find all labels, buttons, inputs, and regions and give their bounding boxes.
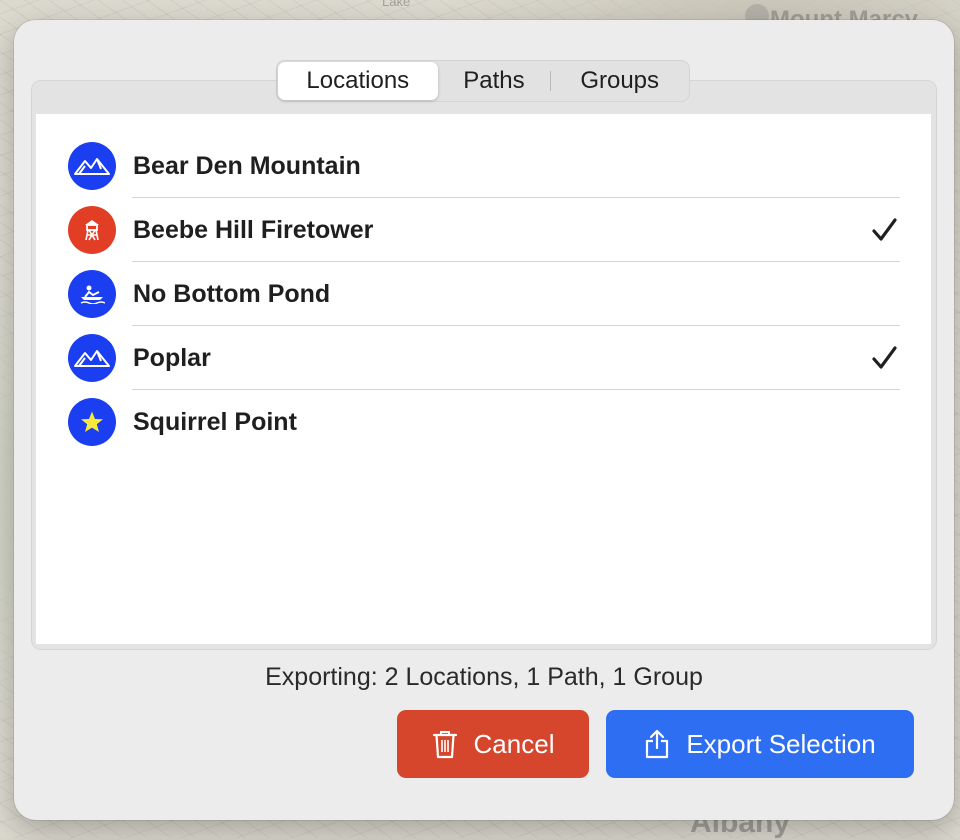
list-item-label: Poplar <box>133 343 211 372</box>
mountain-icon <box>68 142 116 190</box>
list-item[interactable]: Poplar <box>68 326 900 390</box>
kayak-icon <box>68 270 116 318</box>
tab-paths[interactable]: Paths <box>438 62 551 100</box>
list-item[interactable]: Squirrel Point <box>68 390 900 454</box>
cancel-button[interactable]: Cancel <box>397 710 589 778</box>
map-label-lake: Lake <box>382 0 411 9</box>
cancel-button-label: Cancel <box>473 728 555 759</box>
trash-icon <box>432 729 458 759</box>
list-item[interactable]: Bear Den Mountain <box>68 134 900 198</box>
tab-locations[interactable]: Locations <box>278 62 438 100</box>
list-panel: Bear Den Mountain Beebe Hill Firetower N… <box>31 80 937 650</box>
export-button-label: Export Selection <box>686 728 876 759</box>
share-icon <box>644 729 670 759</box>
locations-list: Bear Den Mountain Beebe Hill Firetower N… <box>36 114 931 644</box>
list-item[interactable]: Beebe Hill Firetower <box>68 198 900 262</box>
list-item[interactable]: No Bottom Pond <box>68 262 900 326</box>
checkmark-icon <box>872 218 897 241</box>
checkmark-icon <box>872 346 897 369</box>
list-item-label: Squirrel Point <box>133 407 297 436</box>
star-icon <box>68 398 116 446</box>
export-selection-button[interactable]: Export Selection <box>606 710 914 778</box>
export-sheet: Bear Den Mountain Beebe Hill Firetower N… <box>14 20 954 820</box>
list-item-label: Beebe Hill Firetower <box>133 215 374 244</box>
firetower-icon <box>68 206 116 254</box>
list-item-label: Bear Den Mountain <box>133 151 361 180</box>
mountain-icon <box>68 334 116 382</box>
tab-groups[interactable]: Groups <box>551 62 688 100</box>
export-summary: Exporting: 2 Locations, 1 Path, 1 Group <box>265 663 703 691</box>
list-item-label: No Bottom Pond <box>133 279 331 308</box>
tab-selector: Locations Paths Groups <box>276 60 690 102</box>
